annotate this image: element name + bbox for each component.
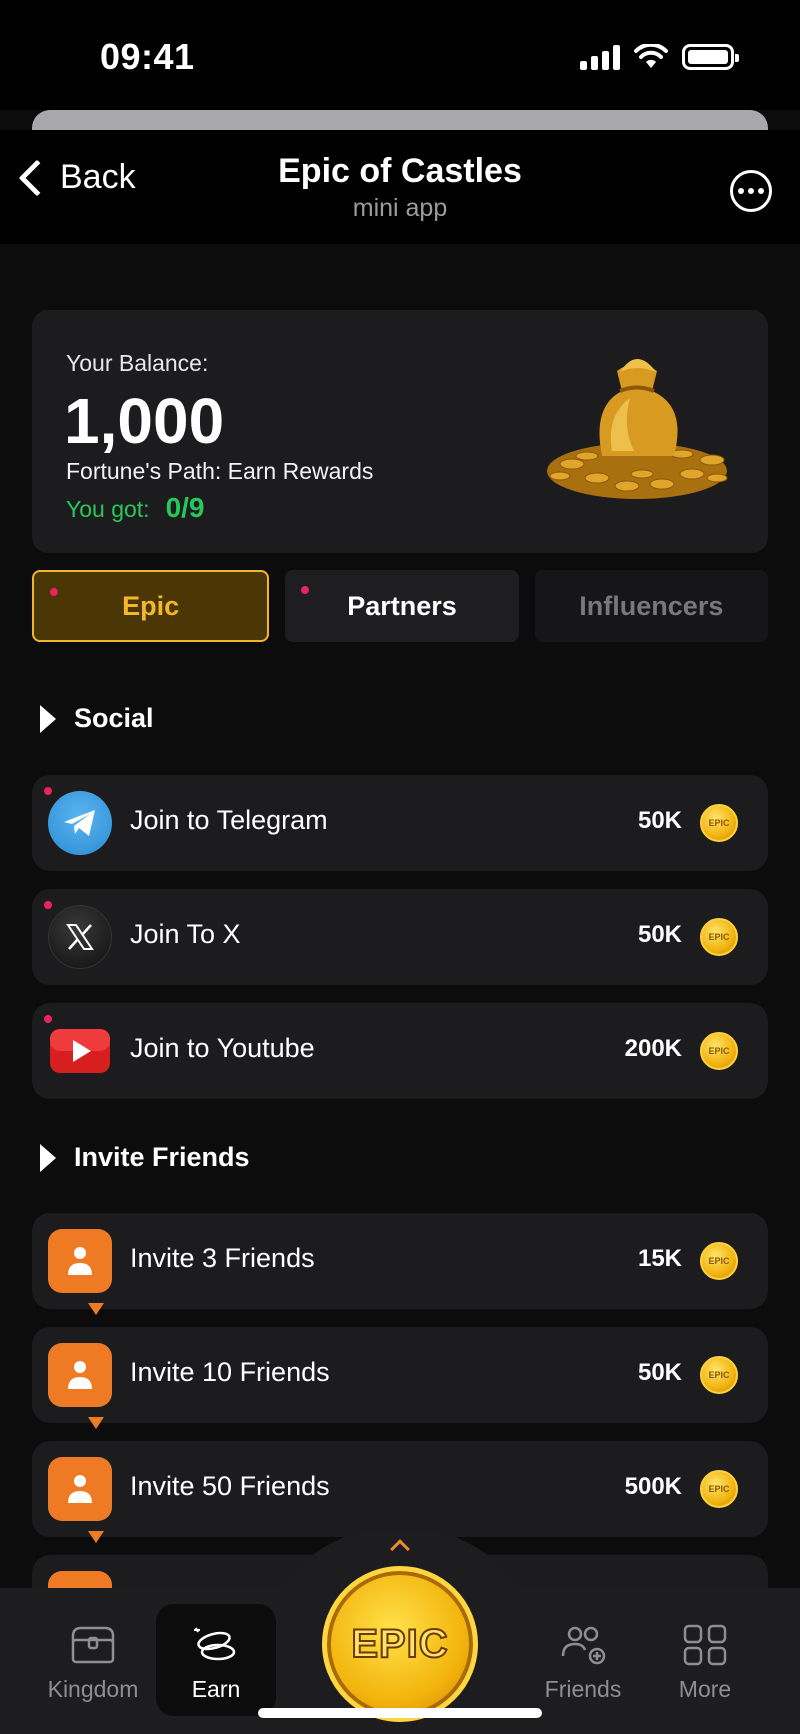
invite-icon (48, 1229, 112, 1315)
task-reward: 50K (637, 921, 682, 948)
tab-partners-label: Partners (347, 590, 457, 621)
dot-icon (758, 188, 764, 194)
epic-coin-icon: EPIC (700, 918, 738, 956)
epic-coin-icon: EPIC (700, 1242, 738, 1280)
section-title: Invite Friends (74, 1142, 250, 1172)
task-join-telegram[interactable]: Join to Telegram 50K EPIC (32, 775, 768, 871)
task-reward: 200K (624, 1035, 682, 1062)
category-tabs: Epic Partners Influencers (32, 570, 768, 642)
task-label: Join to Telegram (130, 805, 328, 835)
grid-icon (683, 1624, 727, 1666)
page-title: Epic of Castles (278, 152, 522, 190)
cellular-signal-icon (580, 44, 620, 70)
treasure-chest-icon (71, 1626, 115, 1664)
youtube-icon (48, 1019, 112, 1083)
telegram-icon (48, 791, 112, 855)
fortune-path-label: Fortune's Path: Earn Rewards (66, 458, 374, 484)
task-label: Invite 3 Friends (130, 1243, 315, 1273)
task-invite-3[interactable]: Invite 3 Friends 15K EPIC (32, 1213, 768, 1315)
nav-earn-label: Earn (191, 1676, 241, 1702)
speech-tail (88, 1303, 104, 1315)
notification-dot (44, 901, 52, 909)
task-invite-50[interactable]: Invite 50 Friends 500K EPIC (32, 1441, 768, 1543)
task-reward: 500K (624, 1473, 682, 1500)
invite-icon (48, 1343, 112, 1429)
status-bar: 09:41 (0, 0, 800, 110)
you-got-value: 0/9 (165, 492, 205, 523)
wifi-icon (634, 44, 668, 68)
epic-main-button[interactable]: EPIC (322, 1566, 478, 1722)
task-reward: 50K (637, 1359, 682, 1386)
epic-coin-icon: EPIC (700, 804, 738, 842)
nav-more-label: More (678, 1676, 732, 1702)
task-invite-10[interactable]: Invite 10 Friends 50K EPIC (32, 1327, 768, 1429)
section-title: Social (74, 703, 154, 733)
home-indicator[interactable] (258, 1708, 542, 1718)
you-got-label: You got: (66, 496, 150, 522)
tab-influencers[interactable]: Influencers (534, 570, 768, 642)
task-label: Invite 10 Friends (130, 1357, 330, 1387)
balance-label: Your Balance: (66, 350, 209, 376)
nav-kingdom-label: Kingdom (47, 1676, 139, 1702)
notification-dot (50, 588, 58, 596)
nav-earn[interactable]: Earn (156, 1604, 276, 1716)
notification-dot (44, 787, 52, 795)
x-icon (48, 905, 112, 969)
task-label: Invite 50 Friends (130, 1471, 330, 1501)
tab-influencers-label: Influencers (579, 590, 724, 621)
task-reward: 50K (637, 807, 682, 834)
nav-friends-label: Friends (544, 1676, 622, 1702)
balance-value: 1,000 (64, 385, 225, 457)
friends-add-icon (561, 1626, 606, 1665)
epic-coin-icon: EPIC (700, 1032, 738, 1070)
task-label: Join to Youtube (130, 1033, 315, 1063)
dot-icon (738, 188, 744, 194)
disclosure-triangle-icon (40, 704, 56, 733)
page-subtitle: mini app (352, 194, 448, 222)
task-join-youtube[interactable]: Join to Youtube 200K EPIC (32, 1003, 768, 1099)
notification-dot (301, 586, 310, 594)
epic-coin-icon: EPIC (700, 1356, 738, 1394)
status-time: 09:41 (100, 36, 195, 77)
speech-tail (88, 1417, 104, 1429)
section-social-header[interactable]: Social (40, 703, 154, 734)
status-icons (580, 44, 739, 70)
tab-epic[interactable]: Epic (32, 570, 270, 642)
task-join-x[interactable]: Join To X 50K EPIC (32, 889, 768, 985)
tab-partners[interactable]: Partners (285, 570, 519, 642)
gold-bag-icon (547, 359, 728, 499)
epic-button-label: EPIC (350, 1621, 449, 1667)
nav-kingdom[interactable]: Kingdom (33, 1588, 153, 1734)
nav-more[interactable]: More (645, 1588, 765, 1734)
balance-card: Your Balance: 1,000 Fortune's Path: Earn… (32, 310, 768, 553)
epic-coin-icon: EPIC (700, 1470, 738, 1508)
tab-epic-label: Epic (122, 590, 180, 621)
app-header: Back Epic of Castles mini app (0, 130, 800, 244)
sheet-handle[interactable] (32, 110, 768, 130)
task-reward: 15K (637, 1245, 682, 1272)
invite-icon (48, 1457, 112, 1543)
dot-icon (748, 188, 754, 194)
disclosure-triangle-icon (40, 1143, 56, 1172)
battery-icon (682, 44, 739, 70)
coins-icon (194, 1627, 236, 1661)
task-label: Join To X (130, 919, 241, 949)
more-options-button[interactable] (730, 170, 772, 212)
section-invite-header[interactable]: Invite Friends (40, 1142, 250, 1173)
speech-tail (88, 1531, 104, 1543)
progress-line: You got: 0/9 (66, 492, 205, 524)
